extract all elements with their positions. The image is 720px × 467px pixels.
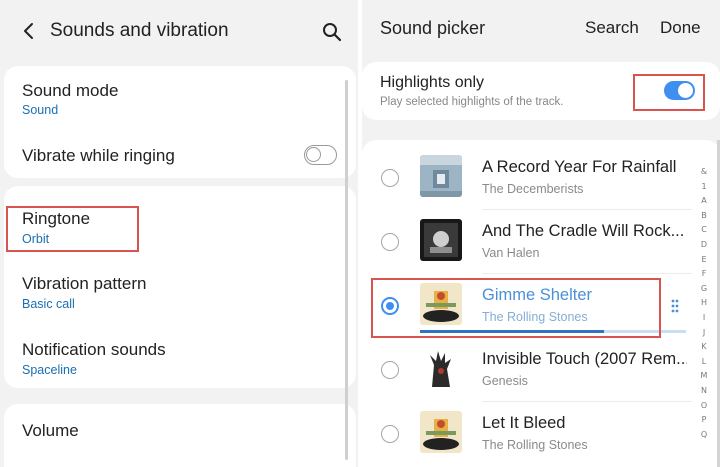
vibrate-while-ringing-label: Vibrate while ringing xyxy=(22,146,175,165)
album-art-image xyxy=(420,347,462,389)
sound-mode-label: Sound mode xyxy=(22,81,119,100)
notification-sounds-value: Spaceline xyxy=(22,363,77,377)
volume-item[interactable]: Volume xyxy=(4,404,356,460)
index-letter[interactable]: O xyxy=(695,401,713,416)
index-letter[interactable]: C xyxy=(695,225,713,240)
index-letter[interactable]: K xyxy=(695,342,713,357)
sounds-and-vibration-panel: Sounds and vibration Sound mode Sound Vi… xyxy=(0,0,358,467)
volume-card: Volume xyxy=(4,404,356,467)
sound-settings-card: Sound mode Sound Vibrate while ringing xyxy=(4,66,356,178)
index-letter[interactable]: D xyxy=(695,240,713,255)
highlights-only-label: Highlights only xyxy=(380,74,485,91)
track-artist: The Decemberists xyxy=(482,182,584,196)
track-artist: Van Halen xyxy=(482,246,540,260)
album-art-image xyxy=(420,155,462,197)
ringtone-highlight-box xyxy=(6,206,139,252)
index-letter[interactable]: G xyxy=(695,284,713,299)
index-letter[interactable]: F xyxy=(695,269,713,284)
index-letter[interactable]: A xyxy=(695,196,713,211)
volume-label: Volume xyxy=(22,421,79,440)
vibrate-while-ringing-item[interactable]: Vibrate while ringing xyxy=(4,134,356,178)
page-title: Sounds and vibration xyxy=(50,20,229,41)
notification-sounds-item[interactable]: Notification sounds Spaceline xyxy=(4,319,356,385)
notification-sounds-label: Notification sounds xyxy=(22,340,166,359)
index-letter[interactable]: 1 xyxy=(695,182,713,197)
selected-track-highlight-box xyxy=(371,278,661,338)
index-letter[interactable]: B xyxy=(695,211,713,226)
index-letter[interactable]: Q xyxy=(695,430,713,445)
track-radio-button[interactable] xyxy=(381,233,399,251)
index-letter[interactable]: M xyxy=(695,371,713,386)
index-letter[interactable]: N xyxy=(695,386,713,401)
album-art-image xyxy=(420,411,462,453)
highlights-toggle-highlight-box xyxy=(633,74,705,111)
vibration-pattern-value: Basic call xyxy=(22,297,75,311)
track-title: And The Cradle Will Rock... xyxy=(482,222,685,240)
track-artist: The Rolling Stones xyxy=(482,438,588,452)
track-row[interactable]: Let It Bleed The Rolling Stones xyxy=(362,402,692,466)
vibration-pattern-label: Vibration pattern xyxy=(22,274,147,293)
scrollbar[interactable] xyxy=(345,80,348,460)
back-arrow-icon[interactable] xyxy=(18,19,40,43)
album-art-image xyxy=(420,219,462,261)
track-artist: Genesis xyxy=(482,374,528,388)
track-row[interactable]: A Record Year For Rainfall The Decemberi… xyxy=(362,146,692,210)
track-title: A Record Year For Rainfall xyxy=(482,158,677,176)
sound-mode-item[interactable]: Sound mode Sound xyxy=(4,66,356,126)
index-letter[interactable]: & xyxy=(695,167,713,182)
index-letter[interactable]: H xyxy=(695,298,713,313)
track-row[interactable]: Invisible Touch (2007 Rem... Genesis xyxy=(362,338,692,402)
track-title: Invisible Touch (2007 Rem... xyxy=(482,350,687,368)
sound-mode-value: Sound xyxy=(22,103,59,117)
sound-picker-panel: Sound picker Search Done Highlights only… xyxy=(362,0,720,467)
search-button[interactable]: Search xyxy=(585,18,639,38)
toggle-knob xyxy=(306,147,321,162)
search-icon[interactable] xyxy=(321,21,343,43)
vibrate-while-ringing-toggle[interactable] xyxy=(304,145,337,165)
track-radio-button[interactable] xyxy=(381,169,399,187)
track-row[interactable]: And The Cradle Will Rock... Van Halen xyxy=(362,210,692,274)
track-title: Let It Bleed xyxy=(482,414,566,432)
index-letter[interactable]: J xyxy=(695,328,713,343)
track-radio-button[interactable] xyxy=(381,361,399,379)
index-letter[interactable]: P xyxy=(695,415,713,430)
page-title: Sound picker xyxy=(380,18,486,38)
drag-handle-icon[interactable] xyxy=(669,298,681,314)
highlights-only-description: Play selected highlights of the track. xyxy=(380,96,564,108)
header: Sounds and vibration xyxy=(0,0,358,62)
track-radio-button[interactable] xyxy=(381,425,399,443)
alphabet-index-scroller[interactable]: & 1 A B C D E F G H I J K L M N O P Q xyxy=(695,167,713,444)
index-letter[interactable]: I xyxy=(695,313,713,328)
index-letter[interactable]: E xyxy=(695,255,713,270)
vibration-pattern-item[interactable]: Vibration pattern Basic call xyxy=(4,254,356,319)
index-letter[interactable]: L xyxy=(695,357,713,372)
done-button[interactable]: Done xyxy=(660,18,701,38)
